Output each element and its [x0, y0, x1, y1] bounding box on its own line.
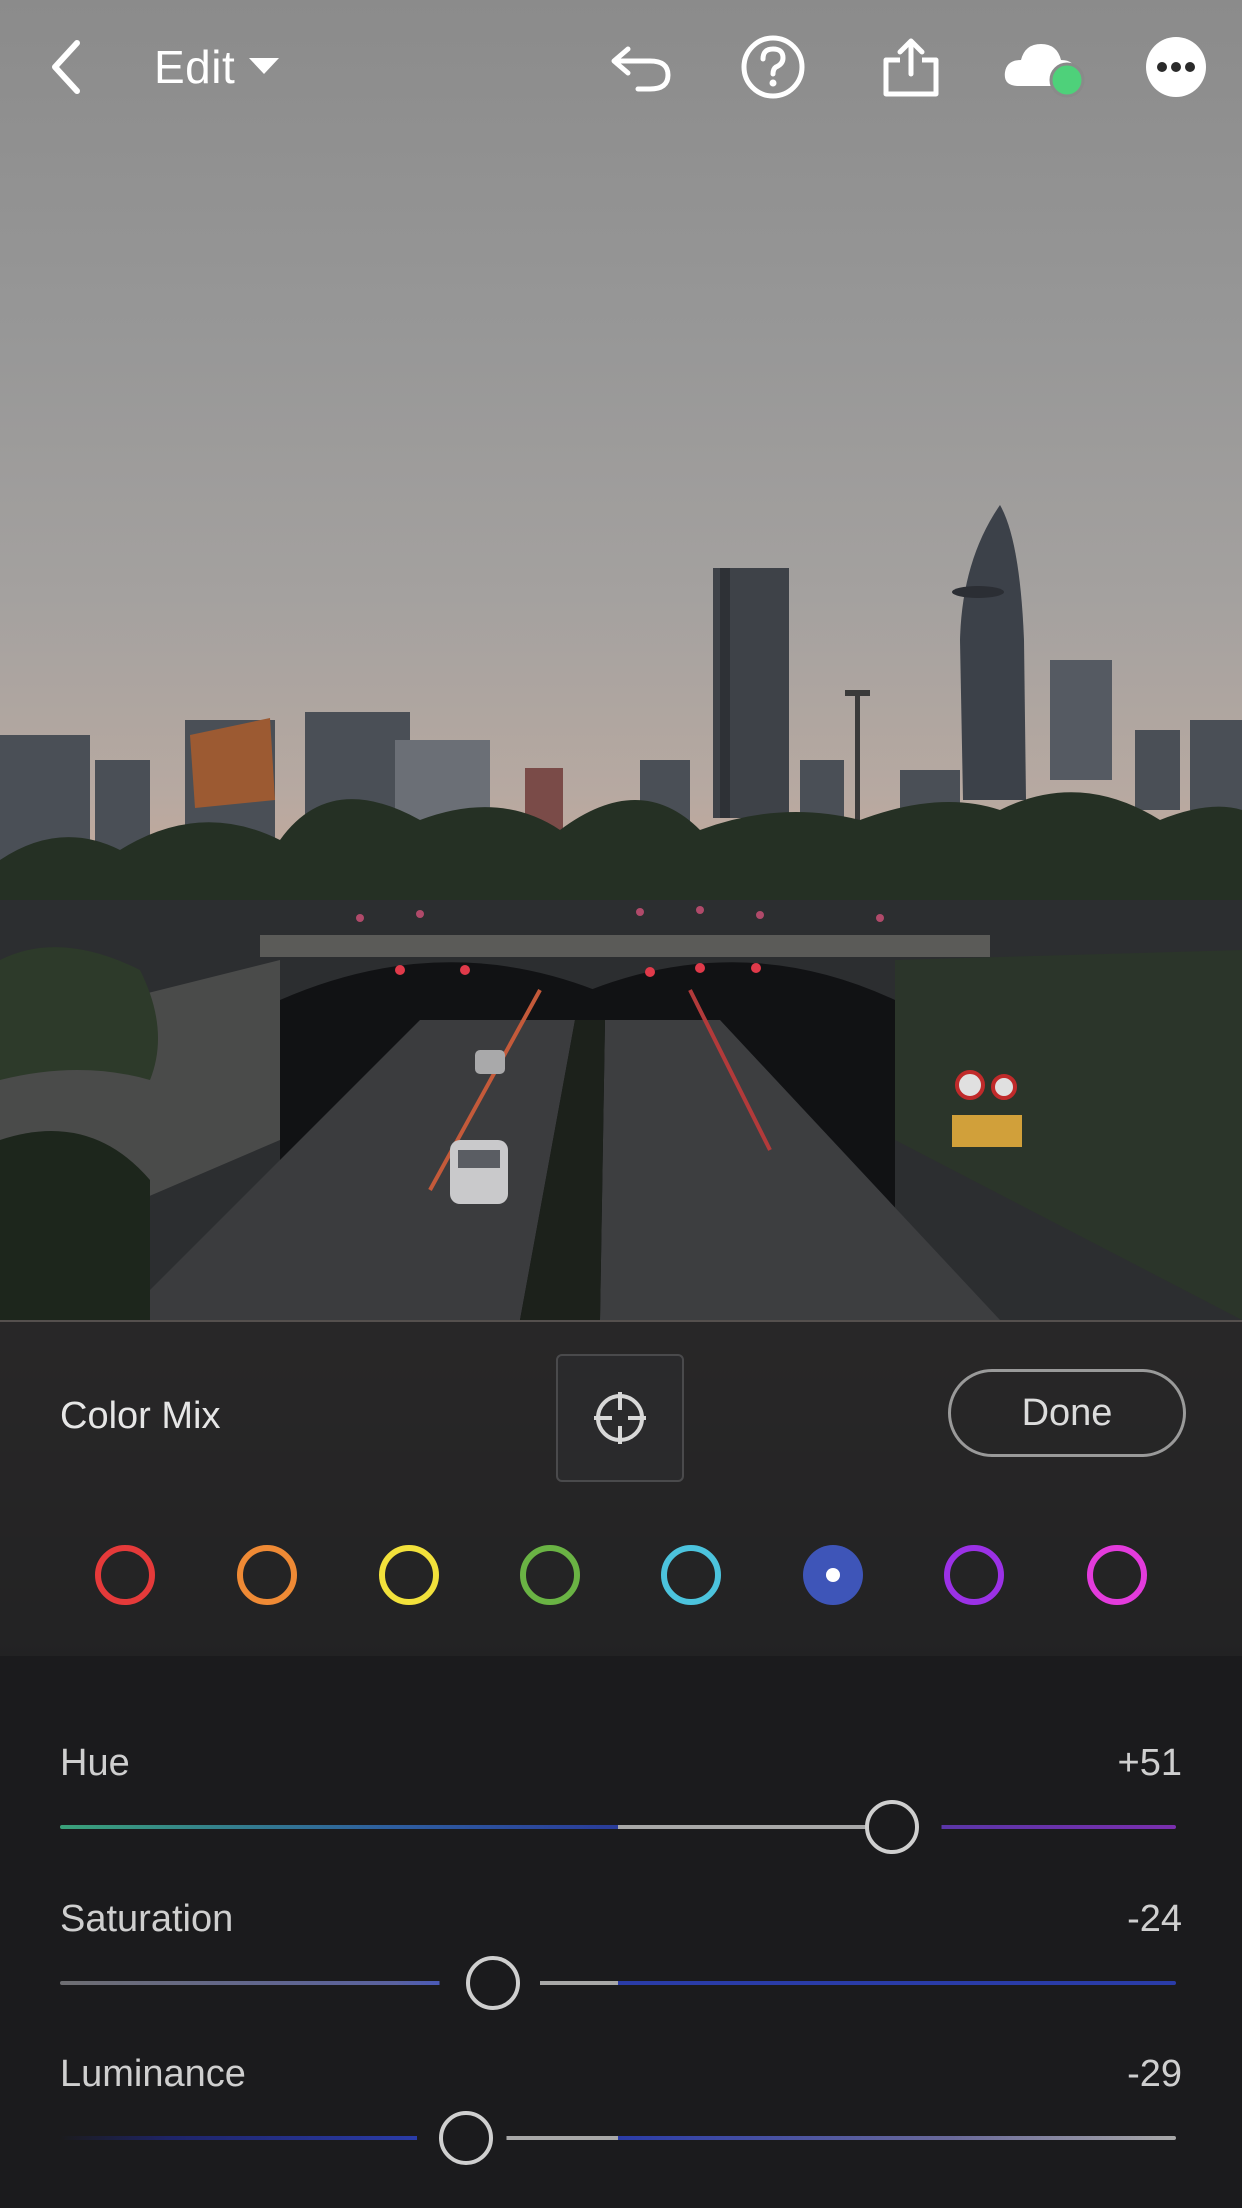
swatch-yellow[interactable]: [379, 1545, 439, 1605]
lightroom-edit-screen: Edit Color Mix Done Hue +51 Saturation -…: [0, 0, 1242, 2208]
back-button[interactable]: [34, 34, 100, 100]
swatch-blue[interactable]: [803, 1545, 863, 1605]
swatch-magenta[interactable]: [1087, 1545, 1147, 1605]
swatch-red[interactable]: [95, 1545, 155, 1605]
undo-button[interactable]: [608, 34, 674, 100]
help-button[interactable]: [740, 34, 806, 100]
done-button[interactable]: Done: [948, 1369, 1186, 1457]
hue-slider-track[interactable]: [60, 1825, 1176, 1829]
help-icon: [741, 35, 805, 99]
top-bar: Edit: [0, 0, 1242, 134]
chevron-left-icon: [52, 40, 80, 94]
caret-down-icon: [249, 58, 280, 74]
share-button[interactable]: [878, 34, 944, 100]
luminance-slider-track[interactable]: [60, 2136, 1176, 2140]
swatch-aqua[interactable]: [661, 1545, 721, 1605]
undo-icon: [611, 46, 671, 92]
share-icon: [883, 38, 939, 97]
saturation-label: Saturation: [60, 1898, 234, 1940]
more-options-button[interactable]: [1143, 34, 1209, 100]
cloud-sync-button[interactable]: [1000, 34, 1090, 100]
cloud-sync-icon: [1004, 44, 1085, 98]
hue-value: +51: [1117, 1742, 1182, 1784]
saturation-slider-knob[interactable]: [466, 1956, 520, 2010]
edit-title: Edit: [154, 41, 236, 93]
targeted-adjustment-button[interactable]: [556, 1354, 684, 1482]
swatch-purple[interactable]: [944, 1545, 1004, 1605]
luminance-value: -29: [1127, 2053, 1182, 2095]
hue-slider-knob[interactable]: [865, 1800, 919, 1854]
luminance-slider-knob[interactable]: [439, 2111, 493, 2165]
selected-dot: [826, 1568, 840, 1582]
luminance-label: Luminance: [60, 2053, 246, 2095]
more-icon: [1146, 37, 1206, 97]
saturation-slider-track[interactable]: [60, 1981, 1176, 1985]
saturation-value: -24: [1127, 1898, 1182, 1940]
swatch-orange[interactable]: [237, 1545, 297, 1605]
panel-title: Color Mix: [60, 1395, 221, 1437]
crosshair-icon: [594, 1392, 646, 1444]
hue-label: Hue: [60, 1742, 130, 1784]
edit-mode-dropdown[interactable]: Edit: [154, 38, 280, 96]
swatch-green[interactable]: [520, 1545, 580, 1605]
